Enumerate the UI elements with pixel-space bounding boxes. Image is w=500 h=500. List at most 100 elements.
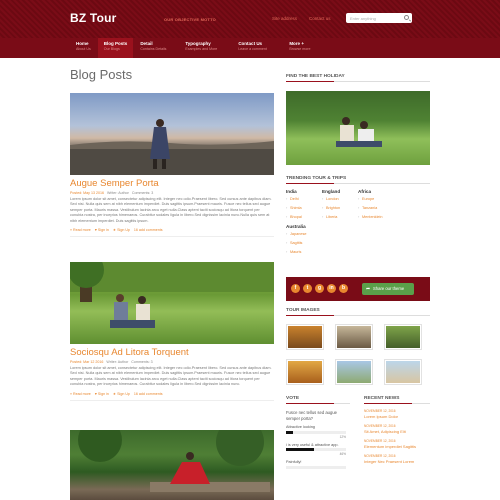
- news-item[interactable]: NOVEMBER 12, 2016 Lorem Ipsum Dolor: [364, 409, 430, 419]
- search-icon[interactable]: [404, 15, 409, 20]
- sign-up-link[interactable]: ★ Sign Up: [113, 228, 130, 232]
- blog-post: [70, 430, 274, 500]
- top-links: Site address Contact us: [272, 16, 331, 21]
- site-motto: OUR OBJECTIVE MOTTO: [164, 17, 216, 22]
- vote-option[interactable]: i is very useful & attractive app.: [286, 443, 350, 447]
- post-image[interactable]: [70, 93, 274, 175]
- news-date: NOVEMBER 12, 2016: [364, 439, 396, 443]
- vote-bar-fill: [286, 430, 294, 434]
- vote-option[interactable]: Attractive looking: [286, 425, 350, 429]
- trending-link[interactable]: Europe: [358, 197, 394, 202]
- vote-percent: 12%: [339, 434, 346, 439]
- trending-link[interactable]: Shimla: [286, 206, 322, 211]
- nav-label: Contact Us: [238, 41, 263, 46]
- post-title[interactable]: Augue Semper Porta: [70, 178, 274, 189]
- trending-link[interactable]: Japanese: [286, 232, 322, 237]
- tour-images-widget: TOUR IMAGES: [286, 308, 430, 385]
- tour-thumb[interactable]: [286, 359, 324, 385]
- sign-up-link[interactable]: ★ Sign Up: [113, 392, 130, 396]
- post-comments: Comments: 3: [131, 360, 153, 364]
- widget-title: FIND THE BEST HOLIDAY: [286, 74, 430, 82]
- trending-link[interactable]: Sagittis: [286, 241, 322, 246]
- nav-item-blog-posts[interactable]: Blog Posts Our Blogs: [97, 38, 134, 58]
- nav-item-typography[interactable]: Typography Examples and More: [179, 38, 231, 58]
- linkedin-icon[interactable]: in: [327, 284, 336, 293]
- main-nav: Home About Us Blog Posts Our Blogs Detai…: [0, 38, 500, 58]
- trending-country: Africa: [358, 189, 372, 194]
- nav-sublabel: Contains Details: [140, 47, 167, 51]
- post-divider: [70, 236, 274, 238]
- comments-link[interactable]: 16 add comments: [134, 228, 163, 232]
- nav-item-contact-us[interactable]: Contact Us Leave a comment: [232, 38, 282, 58]
- trending-link[interactable]: Brighton: [322, 206, 358, 211]
- widget-title: RECENT NEWS: [364, 396, 430, 404]
- trending-link[interactable]: Liberia: [322, 215, 358, 220]
- news-title[interactable]: Lorem Ipsum Dolor: [364, 414, 430, 419]
- vote-percent: 46%: [339, 452, 346, 456]
- tour-thumb[interactable]: [335, 359, 373, 385]
- facebook-icon[interactable]: f: [291, 284, 300, 293]
- read-more-link[interactable]: » Read more: [70, 392, 91, 396]
- sign-in-link[interactable]: ♥ Sign in: [95, 228, 109, 232]
- trending-link[interactable]: Mauris: [286, 250, 322, 255]
- news-title[interactable]: Integer Nec Praesent Lorem: [364, 459, 430, 464]
- trending-link[interactable]: Tanzania: [358, 206, 394, 211]
- trending-country: England: [322, 189, 341, 194]
- news-title[interactable]: Elementum imperdiet Sagittis: [364, 444, 430, 449]
- tour-thumb[interactable]: [335, 324, 373, 350]
- tour-thumb[interactable]: [384, 359, 422, 385]
- trending-widget: TRENDING TOUR & TRIPS India Delhi Shimla…: [286, 176, 430, 259]
- blog-post: Augue Semper Porta Posted: May 13 2016 W…: [70, 93, 274, 238]
- read-more-link[interactable]: » Read more: [70, 228, 91, 232]
- nav-item-detail[interactable]: Detail Contains Details: [134, 38, 178, 58]
- comments-link[interactable]: 16 add comments: [134, 392, 163, 396]
- vote-bar-fill: [286, 448, 314, 451]
- contact-us-link[interactable]: Contact us: [309, 16, 331, 21]
- post-excerpt: Lorem ipsum dolor sit amet, consectetur …: [70, 197, 272, 223]
- trending-link[interactable]: Mentenklein: [358, 215, 394, 220]
- google-plus-icon[interactable]: g: [315, 284, 324, 293]
- vote-bar: [286, 430, 346, 434]
- post-divider: [70, 399, 274, 401]
- search-input[interactable]: Enter anything: [346, 13, 412, 23]
- nav-item-home[interactable]: Home About Us: [70, 38, 97, 58]
- trending-link[interactable]: London: [322, 197, 358, 202]
- tour-thumb[interactable]: [286, 324, 324, 350]
- trending-column: England London Brighton Liberia: [322, 189, 358, 259]
- post-image[interactable]: [70, 262, 274, 344]
- nav-sublabel: Examples and More: [185, 47, 218, 51]
- post-meta: Posted: Mar 12 2016 Writer: Author Comme…: [70, 360, 274, 364]
- nav-sublabel: Browse more: [289, 47, 311, 51]
- sign-in-link[interactable]: ♥ Sign in: [95, 392, 109, 396]
- trending-link[interactable]: Bhopal: [286, 215, 322, 220]
- news-title[interactable]: Sit Amet, Adipiscing Elit: [364, 429, 430, 434]
- tour-thumb[interactable]: [384, 324, 422, 350]
- nav-sublabel: Our Blogs: [103, 47, 120, 51]
- twitter-icon[interactable]: t: [303, 284, 312, 293]
- news-item[interactable]: NOVEMBER 12, 2016 Elementum imperdiet Sa…: [364, 439, 430, 449]
- nav-label: Blog Posts: [103, 41, 128, 46]
- share-theme-button[interactable]: ➦ Share our theme: [362, 283, 414, 295]
- site-logo[interactable]: BZ Tour: [70, 11, 117, 25]
- widget-title: VOTE: [286, 396, 350, 404]
- post-author: Writer: Author: [106, 360, 129, 364]
- post-date: Posted: May 13 2016: [70, 191, 104, 195]
- post-title[interactable]: Sociosqu Ad Litora Torquent: [70, 347, 274, 358]
- site-address-link[interactable]: Site address: [272, 16, 297, 21]
- news-date: NOVEMBER 12, 2016: [364, 424, 396, 428]
- post-image[interactable]: [70, 430, 274, 500]
- news-date: NOVEMBER 12, 2016: [364, 409, 396, 413]
- post-actions: » Read more ♥ Sign in ★ Sign Up 16 add c…: [70, 392, 274, 396]
- nav-item-more[interactable]: More + Browse more: [283, 38, 316, 58]
- news-item[interactable]: NOVEMBER 12, 2016 Sit Amet, Adipiscing E…: [364, 424, 430, 434]
- trending-link[interactable]: Delhi: [286, 197, 322, 202]
- blogger-icon[interactable]: b: [339, 284, 348, 293]
- nav-label: Typography: [185, 41, 211, 46]
- recent-news-widget: RECENT NEWS NOVEMBER 12, 2016 Lorem Ipsu…: [364, 396, 430, 464]
- news-item[interactable]: NOVEMBER 12, 2016 Integer Nec Praesent L…: [364, 454, 430, 464]
- share-icon: ➦: [366, 286, 371, 292]
- trending-column: India Delhi Shimla Bhopal Australia Japa…: [286, 189, 322, 259]
- holiday-image[interactable]: [286, 91, 430, 165]
- news-date: NOVEMBER 12, 2016: [364, 454, 396, 458]
- vote-option[interactable]: Painfully!: [286, 460, 350, 464]
